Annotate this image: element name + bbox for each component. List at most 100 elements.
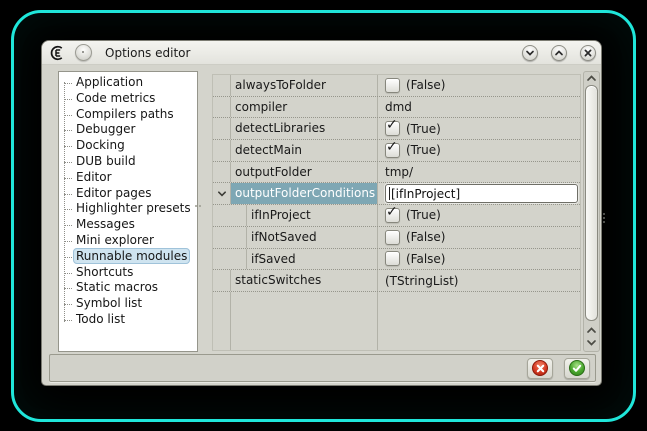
sidebar-item-application[interactable]: Application [59,75,197,91]
cancel-button[interactable] [527,358,553,379]
scroll-up-button[interactable] [584,72,599,84]
checkbox-unchecked-icon[interactable] [385,78,400,93]
ok-button[interactable] [564,358,590,379]
sidebar-item-label: Editor pages [73,185,155,201]
scroll-down-button[interactable] [584,336,599,348]
sidebar-item-runnable-modules[interactable]: Runnable modules [59,249,197,265]
sidebar-item-label: Static macros [73,279,161,295]
title-bar[interactable]: Options editor [42,41,601,65]
window-edge-resize-grip[interactable] [603,211,606,225]
sidebar-item-docking[interactable]: Docking [59,138,197,154]
sidebar-item-editor-pages[interactable]: Editor pages [59,186,197,202]
property-row-ifnotsaved[interactable]: ifNotSaved(False) [213,227,580,249]
sidebar-item-label: Todo list [73,311,128,327]
sidebar-item-dub-build[interactable]: DUB build [59,154,197,170]
value-text: (False) [406,252,446,266]
checkbox-checked-icon[interactable]: ✓ [385,121,400,136]
sidebar-item-editor[interactable]: Editor [59,170,197,186]
sidebar-item-todo-list[interactable]: Todo list [59,312,197,328]
sidebar-item-symbol-list[interactable]: Symbol list [59,296,197,312]
property-value[interactable]: [ifInProject] [378,183,580,204]
text-caret [389,187,390,200]
chevron-down-icon [586,338,597,347]
value-text: (True) [406,143,441,157]
splitter-handle[interactable] [195,205,203,209]
sidebar-item-shortcuts[interactable]: Shortcuts [59,265,197,281]
check-mark-icon: ✓ [386,205,398,219]
property-row-detectlibraries[interactable]: detectLibraries✓(True) [213,118,580,140]
checkbox-unchecked-icon[interactable] [385,230,400,245]
sidebar-item-code-metrics[interactable]: Code metrics [59,91,197,107]
sidebar-item-mini-explorer[interactable]: Mini explorer [59,233,197,249]
sidebar-item-static-macros[interactable]: Static macros [59,280,197,296]
property-name[interactable]: detectMain [231,140,378,161]
chevron-up-icon [586,326,597,335]
options-editor-dialog: Options editor ApplicationCode metricsCo… [41,40,602,386]
property-row-outputfolder[interactable]: outputFoldertmp/ [213,162,580,184]
property-name[interactable]: outputFolderConditions [231,183,378,204]
sidebar-item-label: Debugger [73,121,138,137]
property-grid[interactable]: alwaysToFolder (False) compilerdmddetectLi… [212,74,581,351]
checkbox-unchecked-icon[interactable] [385,251,400,266]
dialog-cancel-icon [532,360,548,376]
scroll-up-button-secondary[interactable] [584,324,599,336]
property-value[interactable]: ✓(True) [378,118,580,139]
row-expand-toggle[interactable] [213,183,231,204]
close-button[interactable] [580,45,596,61]
sidebar-item-messages[interactable]: Messages [59,217,197,233]
property-value[interactable]: tmp/ [378,162,580,183]
coedit-app-icon [49,45,66,61]
minimize-button[interactable] [522,45,538,61]
sidebar-item-label: Mini explorer [73,232,157,248]
property-value[interactable]: (False) [378,249,580,270]
sidebar-item-highlighter-presets[interactable]: Highlighter presets [59,201,197,217]
property-row-staticswitches[interactable]: staticSwitches(TStringList) [213,270,580,292]
sidebar-item-debugger[interactable]: Debugger [59,122,197,138]
property-value[interactable]: (False) [378,75,580,96]
expand-chevron-icon[interactable] [217,190,227,198]
grid-column-line [377,292,378,350]
property-name[interactable]: ifInProject [247,205,378,226]
property-row-outputfolderconditions[interactable]: outputFolderConditions [ifInProject] [213,183,580,205]
sidebar-item-label: Shortcuts [73,264,136,280]
property-row-alwaystofolder[interactable]: alwaysToFolder (False) [213,75,580,97]
row-gutter [213,118,231,139]
property-name[interactable]: ifSaved [247,249,378,270]
property-value[interactable]: (False) [378,227,580,248]
property-value[interactable]: (TStringList) [378,270,580,291]
property-row-compiler[interactable]: compilerdmd [213,97,580,119]
sidebar-item-label: Runnable modules [73,248,190,264]
sidebar-item-label: Symbol list [73,295,145,311]
property-row-detectmain[interactable]: detectMain ✓ (True) [213,140,580,162]
vertical-scrollbar[interactable] [583,71,600,352]
check-mark-icon: ✓ [386,140,398,154]
property-value[interactable]: ✓ (True) [378,205,580,226]
value-text: (True) [406,208,441,222]
scrollbar-thumb[interactable] [585,85,598,321]
grid-column-line [230,292,231,350]
property-name[interactable]: outputFolder [231,162,378,183]
property-name[interactable]: detectLibraries [231,118,378,139]
property-name[interactable]: staticSwitches [231,270,378,291]
property-name[interactable]: compiler [231,97,378,118]
checkbox-checked-icon[interactable]: ✓ [385,143,400,158]
dialog-ok-icon [569,360,585,376]
maximize-button[interactable] [551,45,567,61]
property-row-ifsaved[interactable]: ifSaved (False) [213,249,580,271]
row-gutter [213,227,247,248]
category-tree[interactable]: ApplicationCode metricsCompilers pathsDe… [58,71,198,352]
property-value[interactable]: dmd [378,97,580,118]
value-text: (False) [406,78,446,92]
property-row-ifinproject[interactable]: ifInProject ✓ (True) [213,205,580,227]
value-edit-field[interactable]: [ifInProject] [385,184,578,203]
property-name[interactable]: alwaysToFolder [231,75,378,96]
caption-buttons [522,45,596,61]
edit-field-text: [ifInProject] [391,187,460,201]
window-menu-button[interactable] [75,44,92,61]
checkbox-checked-icon[interactable]: ✓ [385,208,400,223]
property-value[interactable]: ✓ (True) [378,140,580,161]
sidebar-item-compilers-paths[interactable]: Compilers paths [59,107,197,123]
property-name[interactable]: ifNotSaved [247,227,378,248]
sidebar-item-label: DUB build [73,153,139,169]
row-gutter [213,97,231,118]
